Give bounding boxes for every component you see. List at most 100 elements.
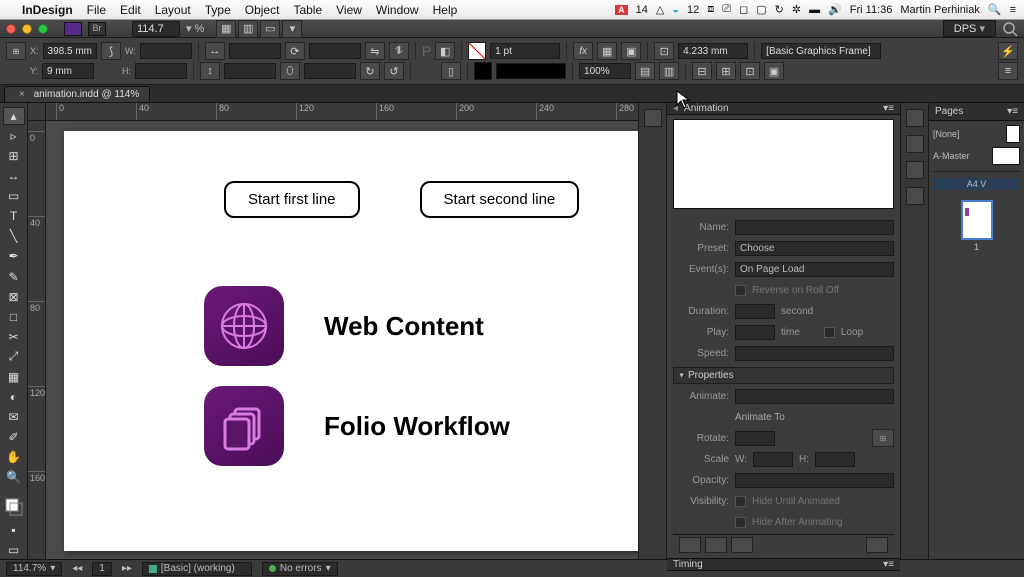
content-collector-tool[interactable]: ▭ (3, 187, 25, 205)
h-field[interactable] (135, 63, 187, 79)
pages-none-row[interactable]: [None] (933, 125, 1020, 143)
canvas-button-2[interactable]: Start second line (420, 181, 580, 218)
wrap-jump-icon[interactable]: ▤ (635, 62, 655, 80)
menu-layout[interactable]: Layout (155, 3, 191, 17)
panel-menu-icon[interactable]: ▾≡ (883, 103, 894, 114)
sync-icon[interactable]: ↻ (775, 3, 784, 16)
view-mode-btn[interactable]: ▦ (216, 20, 236, 38)
canvas-button-1[interactable]: Start first line (224, 181, 360, 218)
menu-edit[interactable]: Edit (120, 3, 141, 17)
ruler-origin[interactable] (28, 103, 46, 121)
timing-panel-header[interactable]: Timing▾≡ (667, 558, 900, 571)
fill-swatch[interactable] (468, 42, 486, 60)
stroke-style-field[interactable]: — (496, 63, 566, 79)
scale-y-field[interactable] (224, 63, 276, 79)
workspace-switcher[interactable]: DPS ▾ (943, 20, 996, 37)
color-mode-icons[interactable]: ▪ (3, 521, 25, 539)
pencil-tool[interactable]: ✎ (3, 268, 25, 286)
rotate-icon[interactable]: ⟳ (285, 42, 305, 60)
free-transform-tool[interactable]: ⤢ (3, 348, 25, 366)
br-button[interactable]: Br (88, 22, 106, 36)
gradient-feather-tool[interactable]: ◐ (3, 388, 25, 406)
window-minimize[interactable] (22, 24, 32, 34)
scale-w-field[interactable] (753, 452, 793, 467)
selection-tool[interactable]: ▴ (3, 107, 25, 125)
scale-h-field[interactable] (815, 452, 855, 467)
scale-x-field[interactable] (229, 43, 281, 59)
search-icon[interactable] (1002, 21, 1018, 37)
animation-name-field[interactable] (735, 220, 894, 235)
zoom-level-field[interactable]: ▾ % (132, 21, 204, 37)
center-icon[interactable]: ⊡ (740, 62, 760, 80)
play-field[interactable] (735, 325, 775, 340)
status-errors[interactable]: No errors ▾ (262, 562, 338, 576)
origin-grid[interactable]: ⊞ (872, 429, 894, 447)
rotate-field[interactable] (309, 43, 361, 59)
hide-until-checkbox[interactable] (735, 496, 746, 507)
hide-after-checkbox[interactable] (735, 517, 746, 528)
wifi-icon[interactable]: ✲ (792, 3, 801, 16)
trash-btn[interactable] (866, 537, 888, 553)
fit-frame-icon[interactable]: ⊟ (692, 62, 712, 80)
menu-window[interactable]: Window (376, 3, 419, 17)
wrap-around-icon[interactable]: ▣ (621, 42, 641, 60)
wrap-jump2-icon[interactable]: ▥ (659, 62, 679, 80)
display-icon[interactable]: ⎚ (722, 3, 731, 16)
zoom-tool[interactable]: 🔍 (3, 468, 25, 486)
bridge-icon[interactable] (64, 22, 82, 36)
shear-field[interactable] (304, 63, 356, 79)
document-tab[interactable]: × animation.indd @ 114% (4, 86, 150, 102)
fill-stroke-toggle[interactable] (3, 496, 25, 519)
rectangle-tool[interactable]: □ (3, 308, 25, 326)
screen-mode-tool[interactable]: ▭ (3, 541, 25, 559)
stroke-swatch[interactable] (474, 62, 492, 80)
note-tool[interactable]: ✉ (3, 408, 25, 426)
volume-icon[interactable]: 🔊 (828, 3, 842, 16)
rectangle-frame-tool[interactable]: ⊠ (3, 288, 25, 306)
rotate-field[interactable] (735, 431, 775, 446)
opacity-field[interactable] (735, 473, 894, 488)
airplay-icon[interactable]: ▢ (756, 3, 766, 16)
speed-field[interactable] (735, 346, 894, 361)
constrain-icon[interactable]: ⟆ (101, 42, 121, 60)
status-page[interactable]: 1 (92, 562, 112, 576)
flip-h-icon[interactable]: ⇋ (365, 42, 385, 60)
gradient-swatch-tool[interactable]: ▦ (3, 368, 25, 386)
stroke-weight-field[interactable]: 1 pt (490, 43, 560, 59)
menu-view[interactable]: View (336, 3, 362, 17)
app-menu[interactable]: InDesign (22, 3, 73, 17)
scale-y[interactable]: ↕ (200, 62, 220, 80)
view-mode-btn-2[interactable]: ▥ (238, 20, 258, 38)
fit-content-icon[interactable]: ⊡ (654, 42, 674, 60)
vertical-ruler[interactable]: 0 40 80 120 160 (28, 121, 46, 559)
animation-preset-field[interactable]: Choose (735, 241, 894, 256)
menu-type[interactable]: Type (205, 3, 231, 17)
document-canvas[interactable]: Start first line Start second line (46, 121, 638, 559)
menu-table[interactable]: Table (293, 3, 322, 17)
flip-v-icon[interactable]: ⥮ (389, 42, 409, 60)
quick-apply-icon[interactable]: ⚡ (998, 42, 1018, 60)
object-style-field[interactable]: [Basic Graphics Frame] (761, 43, 881, 59)
proxy-btn[interactable] (705, 537, 727, 553)
panel-collapse-icon[interactable]: ◂ (673, 103, 678, 114)
notification-icon[interactable]: ≡ (1010, 4, 1016, 16)
corner-options[interactable]: ◧ (435, 42, 455, 60)
page-nav-prev[interactable]: ◂◂ (72, 563, 82, 574)
measure-field[interactable]: 4.233 mm (678, 43, 748, 59)
window-zoom[interactable] (38, 24, 48, 34)
horizontal-ruler[interactable]: 0 40 80 120 160 200 240 280 (46, 103, 638, 121)
window-close[interactable] (6, 24, 16, 34)
pages-master-row[interactable]: A-Master (933, 147, 1020, 165)
dropbox-icon[interactable]: ⧈ (707, 3, 714, 16)
timing-btn[interactable] (731, 537, 753, 553)
animate-field[interactable] (735, 389, 894, 404)
y-field[interactable]: 9 mm (42, 63, 94, 79)
fill-frame-icon[interactable]: ▣ (764, 62, 784, 80)
menu-file[interactable]: File (87, 3, 106, 17)
properties-section[interactable]: ▸Properties (673, 367, 894, 384)
page-thumbnail[interactable] (961, 200, 993, 240)
links-icon[interactable] (906, 135, 924, 153)
cc-libraries-icon[interactable] (906, 109, 924, 127)
pages-panel-menu[interactable]: ▾≡ (1007, 106, 1018, 117)
cc-icon[interactable]: ◒ (672, 4, 679, 16)
